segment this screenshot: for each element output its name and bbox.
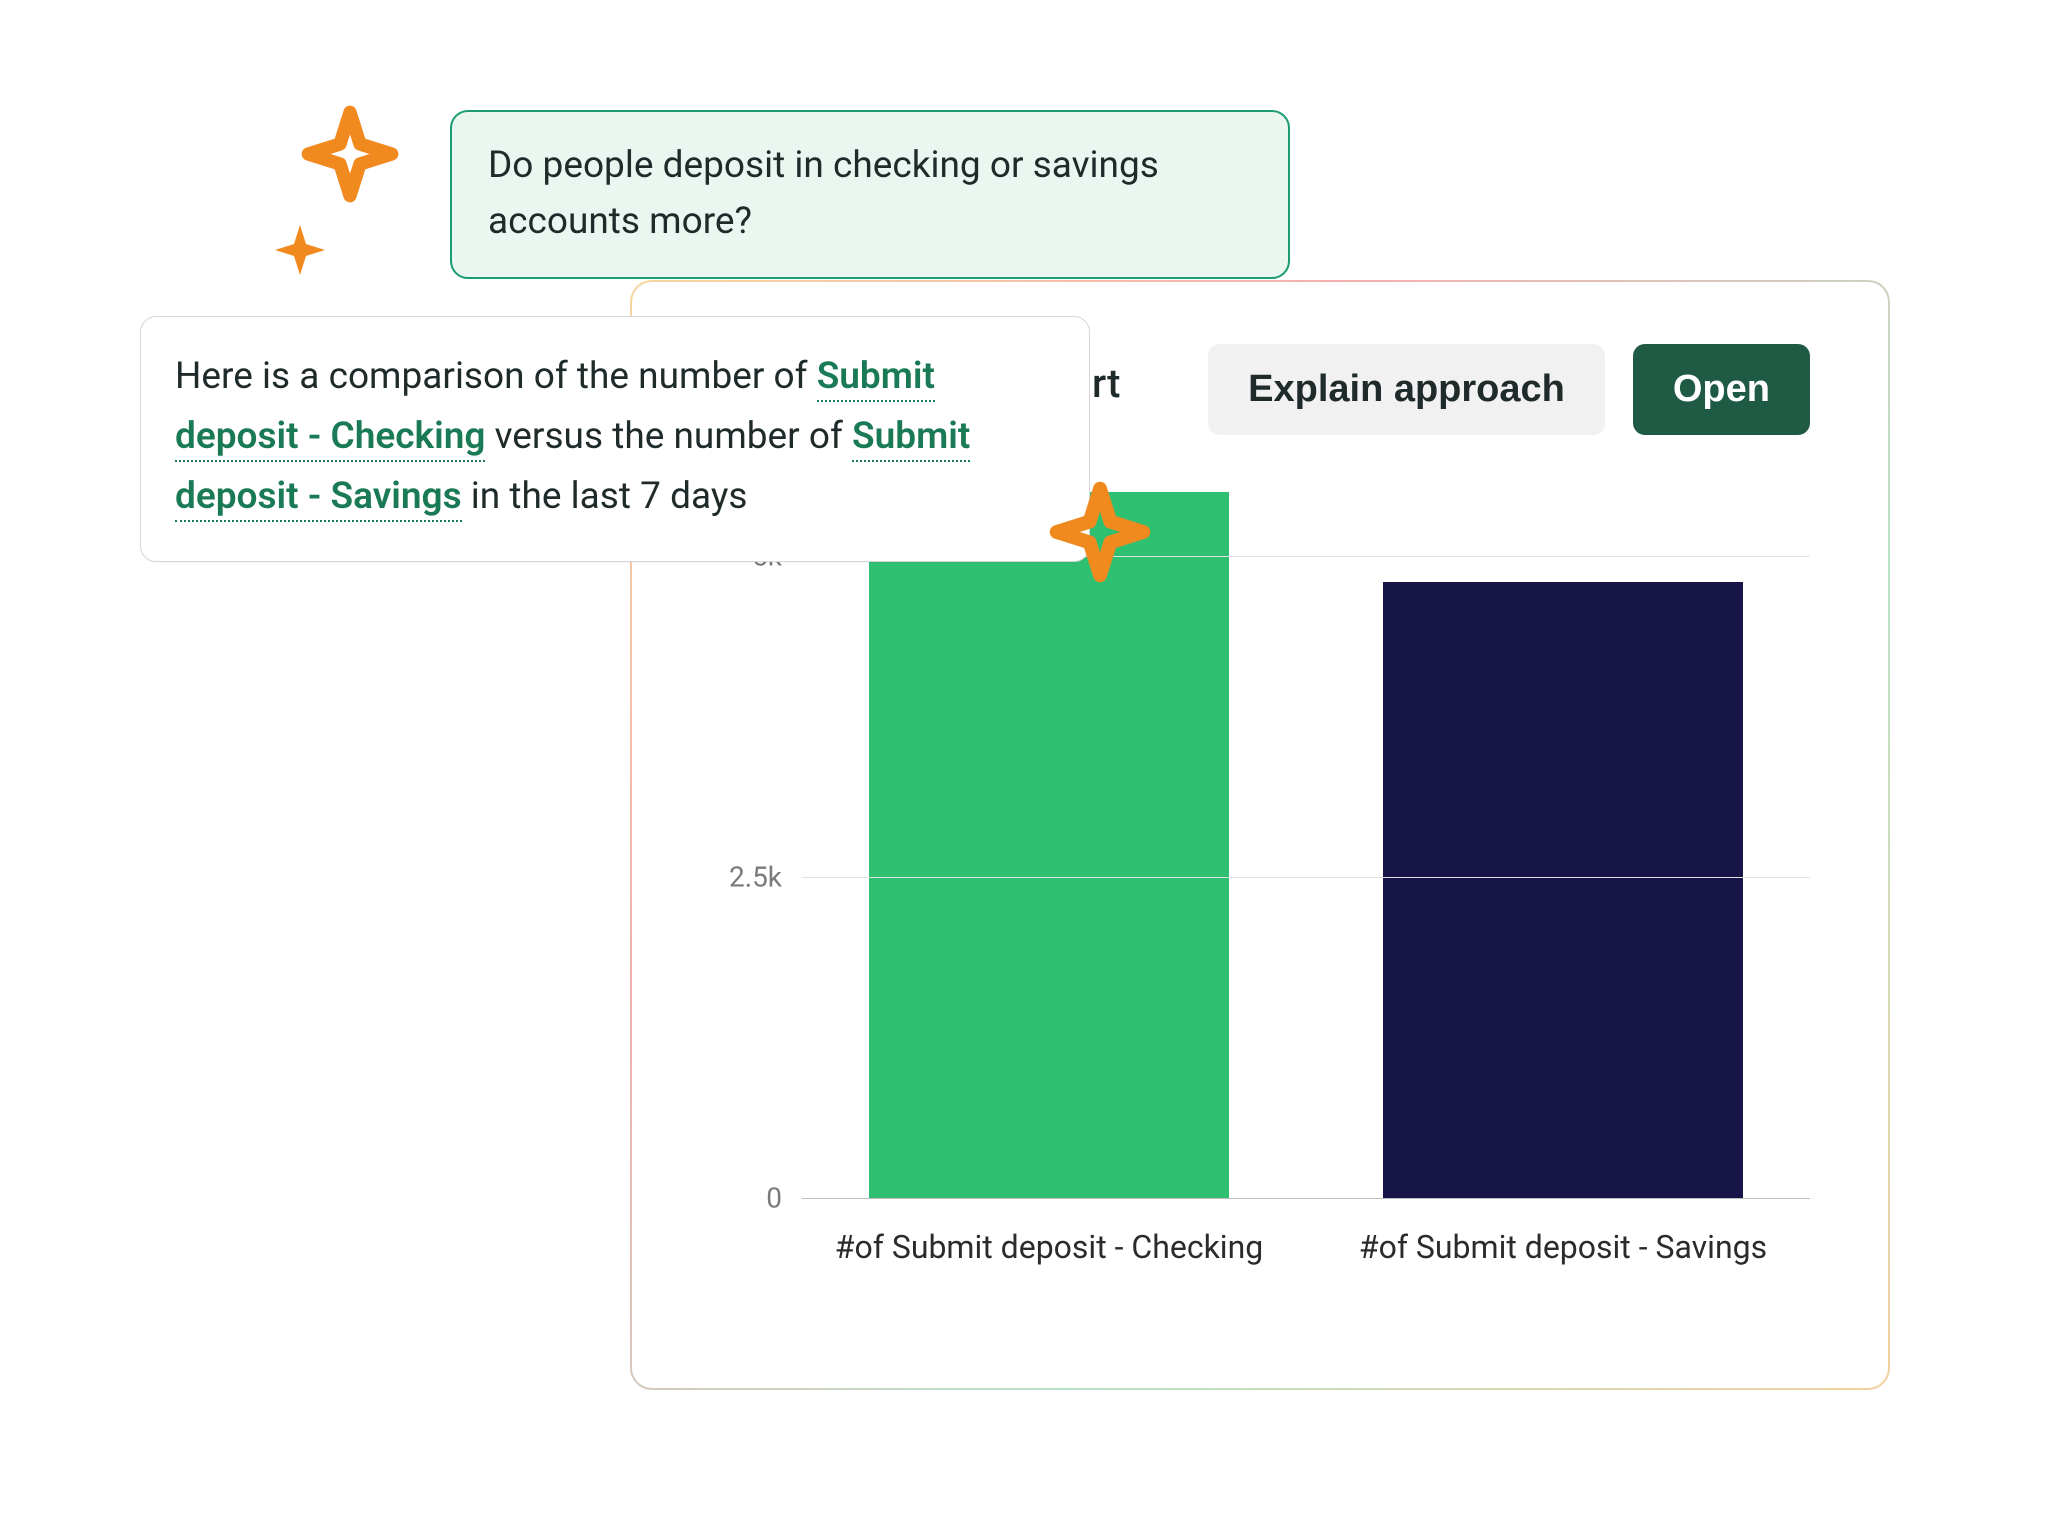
user-question-text: Do people deposit in checking or savings… (488, 144, 1159, 243)
y-tick-label: 2.5k (722, 861, 782, 894)
bar-wrap (1346, 492, 1780, 1198)
gridline (802, 877, 1810, 878)
sparkle-icon (300, 104, 400, 204)
chart-bar (1383, 582, 1743, 1198)
x-tick-label: #of Submit deposit - Checking (832, 1208, 1266, 1328)
chart-bar (869, 492, 1229, 1198)
x-axis-labels: #of Submit deposit - Checking #of Submit … (802, 1208, 1810, 1328)
answer-text: Here is a comparison of the number of (175, 355, 817, 398)
bar-wrap (832, 492, 1266, 1198)
y-tick-label: 0 (722, 1182, 782, 1215)
sparkle-icon (270, 220, 330, 280)
x-tick-label: #of Submit deposit - Savings (1346, 1208, 1780, 1328)
explain-approach-button[interactable]: Explain approach (1208, 344, 1605, 435)
assistant-answer-card: Here is a comparison of the number of Su… (140, 316, 1090, 562)
user-question-bubble: Do people deposit in checking or savings… (450, 110, 1290, 279)
answer-text: versus the number of (495, 415, 852, 458)
panel-header: Explain approach Open (1208, 344, 1810, 435)
open-button[interactable]: Open (1633, 344, 1810, 435)
sparkle-icon (1048, 480, 1152, 584)
chart-plot (802, 492, 1810, 1198)
chart-area: 02.5k5k #of Submit deposit - Checking#of… (722, 492, 1810, 1328)
answer-text: in the last 7 days (471, 475, 748, 518)
chart-type-label: rt (1092, 360, 1120, 407)
y-axis: 02.5k5k (722, 492, 792, 1198)
gridline (802, 1198, 1810, 1199)
